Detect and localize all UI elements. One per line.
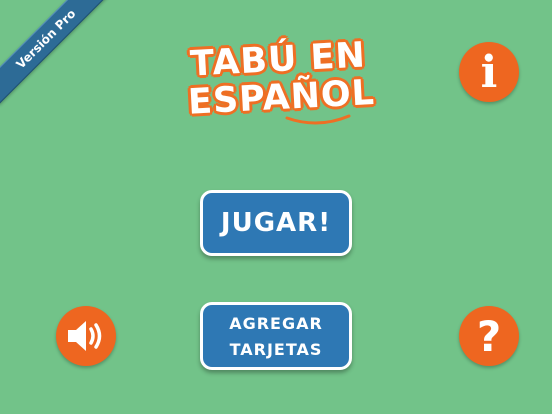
game-logo: TABÚ EN ESPAÑOL (187, 35, 376, 126)
play-button-label: JUGAR! (220, 208, 332, 238)
question-icon: ? (476, 312, 502, 361)
sound-toggle-button[interactable] (56, 306, 116, 366)
info-button[interactable]: i (459, 42, 519, 102)
add-cards-button[interactable]: AGREGAR TARJETAS (200, 302, 352, 370)
speaker-icon (68, 321, 102, 351)
help-button[interactable]: ? (459, 306, 519, 366)
main-menu-screen: Versión Pro TABÚ EN ESPAÑOL i JUGAR! AGR… (0, 0, 552, 414)
add-cards-label-line-2: TARJETAS (229, 340, 323, 359)
add-cards-label-line-1: AGREGAR (229, 314, 323, 333)
info-icon: i (480, 47, 498, 98)
logo-swoosh-decoration (285, 114, 351, 125)
play-button[interactable]: JUGAR! (200, 190, 352, 256)
version-pro-ribbon: Versión Pro (0, 0, 112, 105)
